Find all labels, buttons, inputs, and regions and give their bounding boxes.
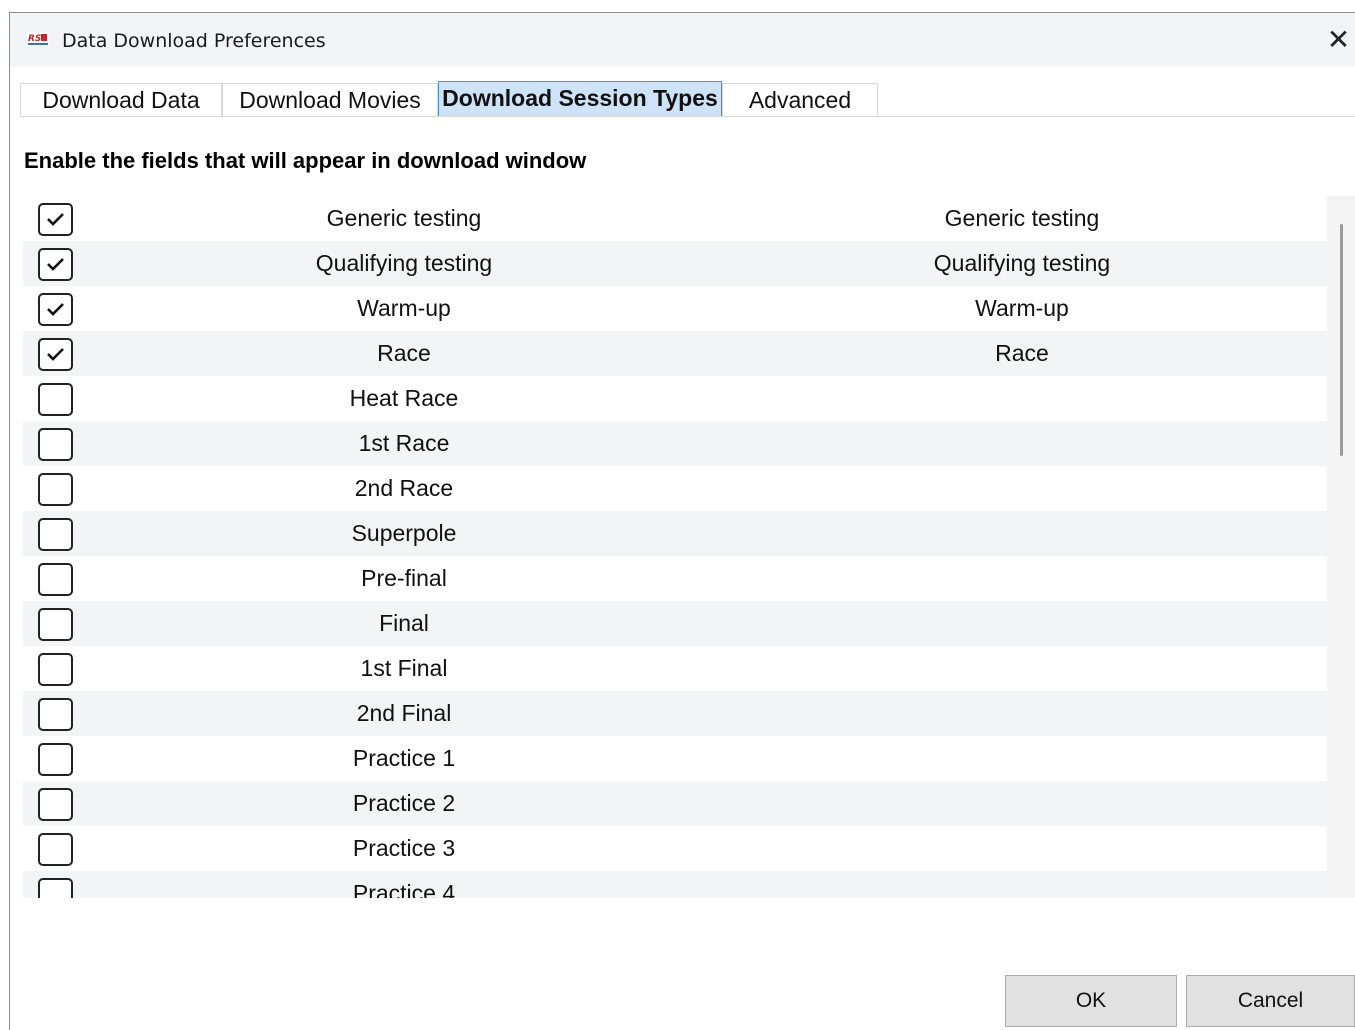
session-type-name: Heat Race — [349, 385, 459, 411]
session-checkbox[interactable] — [38, 203, 73, 236]
session-checkbox[interactable] — [38, 428, 73, 461]
session-type-name: Practice 2 — [352, 790, 456, 816]
checkmark-icon — [47, 258, 64, 271]
session-checkbox[interactable] — [38, 608, 73, 641]
session-type-name: 2nd Final — [356, 700, 452, 726]
session-checkbox[interactable] — [38, 878, 73, 898]
table-row: 2nd Race — [23, 466, 1327, 511]
tab-download-session-types[interactable]: Download Session Types — [438, 81, 722, 117]
session-type-name: Superpole — [351, 520, 457, 546]
cancel-button[interactable]: Cancel — [1186, 975, 1355, 1027]
checkmark-icon — [47, 303, 64, 316]
table-row: Superpole — [23, 511, 1327, 556]
session-type-display-name — [871, 691, 1173, 736]
session-type-display-name — [871, 646, 1173, 691]
session-type-display-name — [871, 781, 1173, 826]
svg-text:RS: RS — [28, 34, 41, 44]
session-type-name: Race — [377, 340, 431, 366]
session-checkbox[interactable] — [38, 338, 73, 371]
table-row: Practice 3 — [23, 826, 1327, 871]
table-row: 2nd Final — [23, 691, 1327, 736]
table-row: Race Race — [23, 331, 1327, 376]
table-row: Practice 4 — [23, 871, 1327, 898]
close-icon[interactable]: ✕ — [1322, 21, 1355, 59]
session-type-display-name — [871, 826, 1173, 871]
scrollbar-thumb[interactable] — [1340, 224, 1343, 456]
tab-strip-divider — [20, 116, 1355, 117]
title-bar: RS Data Download Preferences ✕ — [10, 13, 1355, 67]
checkmark-icon — [47, 348, 64, 361]
session-type-display-name — [871, 421, 1173, 466]
table-row: Practice 2 — [23, 781, 1327, 826]
session-types-list: Generic testing Generic testing Qualifying… — [23, 196, 1327, 898]
vertical-scrollbar[interactable] — [1327, 196, 1355, 898]
session-checkbox[interactable] — [38, 653, 73, 686]
tab-download-data[interactable]: Download Data — [20, 83, 222, 116]
table-row: Heat Race — [23, 376, 1327, 421]
session-type-name: Warm-up — [357, 295, 451, 321]
table-row: Final — [23, 601, 1327, 646]
tab-advanced[interactable]: Advanced — [722, 83, 878, 116]
session-type-display-name: Generic testing — [944, 205, 1100, 231]
session-type-name: Pre-final — [361, 565, 447, 591]
session-type-display-name — [871, 736, 1173, 781]
session-checkbox[interactable] — [38, 293, 73, 326]
table-row: Pre-final — [23, 556, 1327, 601]
session-type-name: 1st Final — [360, 655, 448, 681]
session-type-name: Practice 3 — [352, 835, 456, 861]
table-row: Qualifying testing Qualifying testing — [23, 241, 1327, 286]
session-checkbox[interactable] — [38, 473, 73, 506]
table-row: 1st Final — [23, 646, 1327, 691]
session-type-display-name — [871, 556, 1173, 601]
session-type-display-name — [871, 511, 1173, 556]
section-heading: Enable the fields that will appear in do… — [24, 148, 587, 173]
table-row: 1st Race — [23, 421, 1327, 466]
session-type-name: 1st Race — [358, 430, 450, 456]
table-row: Practice 1 — [23, 736, 1327, 781]
session-type-name: 2nd Race — [354, 475, 454, 501]
table-row: Generic testing Generic testing — [23, 196, 1327, 241]
session-checkbox[interactable] — [38, 518, 73, 551]
session-type-name: Practice 4 — [352, 880, 456, 898]
session-type-name: Final — [379, 610, 429, 636]
session-type-display-name: Qualifying testing — [933, 250, 1111, 276]
session-checkbox[interactable] — [38, 248, 73, 281]
tab-download-movies[interactable]: Download Movies — [222, 83, 438, 116]
session-type-name: Generic testing — [326, 205, 482, 231]
session-type-name: Qualifying testing — [315, 250, 493, 276]
session-checkbox[interactable] — [38, 383, 73, 416]
rs-logo-icon: RS — [27, 32, 49, 46]
session-checkbox[interactable] — [38, 563, 73, 596]
session-type-display-name: Race — [995, 340, 1049, 366]
session-checkbox[interactable] — [38, 743, 73, 776]
session-checkbox[interactable] — [38, 788, 73, 821]
ok-button[interactable]: OK — [1005, 975, 1177, 1027]
session-checkbox[interactable] — [38, 833, 73, 866]
session-checkbox[interactable] — [38, 698, 73, 731]
window-title: Data Download Preferences — [62, 30, 326, 52]
table-row: Warm-up Warm-up — [23, 286, 1327, 331]
session-type-display-name: Warm-up — [975, 295, 1069, 321]
session-type-display-name — [871, 376, 1173, 421]
session-type-name: Practice 1 — [352, 745, 456, 771]
session-type-display-name — [871, 601, 1173, 646]
session-type-display-name — [871, 466, 1173, 511]
checkmark-icon — [47, 213, 64, 226]
session-type-display-name — [871, 871, 1173, 898]
